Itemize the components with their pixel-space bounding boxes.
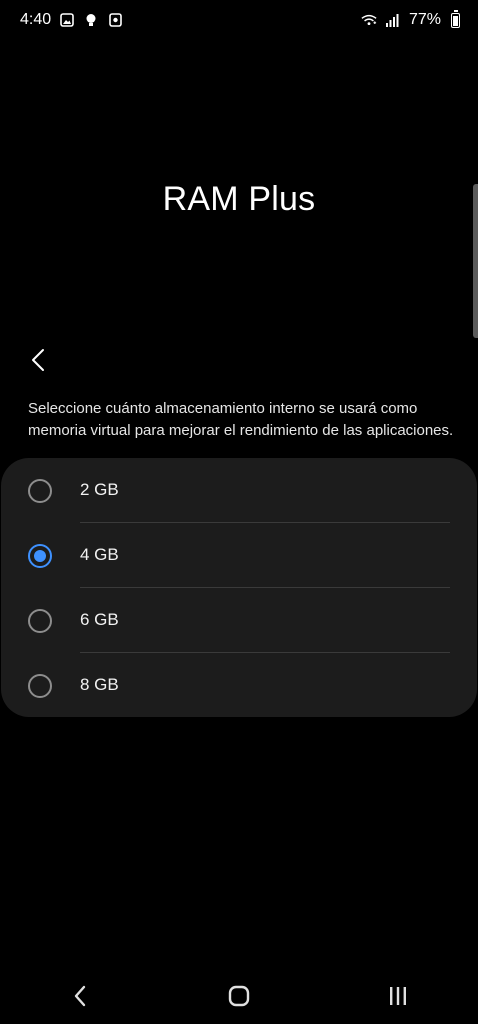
battery-fill [453, 15, 458, 26]
option-label: 4 GB [80, 545, 119, 564]
status-time: 4:40 [20, 11, 52, 28]
option-label: 8 GB [80, 675, 119, 694]
options-card: 2 GB 4 GB 6 GB 8 GB [1, 458, 477, 717]
signal-icon [385, 12, 401, 28]
option-label: 2 GB [80, 480, 119, 499]
battery-percent: 77% [408, 11, 441, 28]
option-label: 6 GB [80, 610, 119, 629]
back-button[interactable] [22, 344, 54, 376]
option-row-4gb[interactable]: 4 GB [1, 523, 477, 588]
status-left: 4:40 [20, 11, 123, 29]
screen: 4:40 77% RAM Plus Seleccione cuánto alma… [0, 0, 478, 1024]
status-bar: 4:40 77% [0, 0, 478, 40]
wifi-calling-icon [361, 12, 377, 28]
gallery-icon [59, 12, 75, 28]
nav-home-button[interactable] [209, 974, 269, 1018]
nav-back-button[interactable] [50, 974, 110, 1018]
option-row-6gb[interactable]: 6 GB [1, 588, 477, 653]
radio-button[interactable] [28, 609, 52, 633]
scroll-indicator[interactable] [473, 184, 478, 338]
option-row-2gb[interactable]: 2 GB [1, 458, 477, 523]
description-text: Seleccione cuánto almacenamiento interno… [28, 400, 454, 439]
radio-button[interactable] [28, 479, 52, 503]
nav-recents-button[interactable] [368, 974, 428, 1018]
option-row-8gb[interactable]: 8 GB [1, 653, 477, 718]
lightbulb-icon [83, 12, 99, 28]
back-icon [74, 985, 85, 1007]
screenshot-icon [107, 12, 123, 28]
navigation-bar [0, 968, 478, 1024]
status-right: 77% [361, 9, 460, 29]
radio-button[interactable] [28, 674, 52, 698]
home-icon [228, 985, 250, 1007]
page-title: RAM Plus [162, 180, 316, 218]
recents-icon [390, 987, 407, 1005]
chevron-left-icon [32, 349, 44, 371]
battery-icon [451, 9, 460, 28]
radio-button-selected[interactable] [28, 544, 52, 568]
